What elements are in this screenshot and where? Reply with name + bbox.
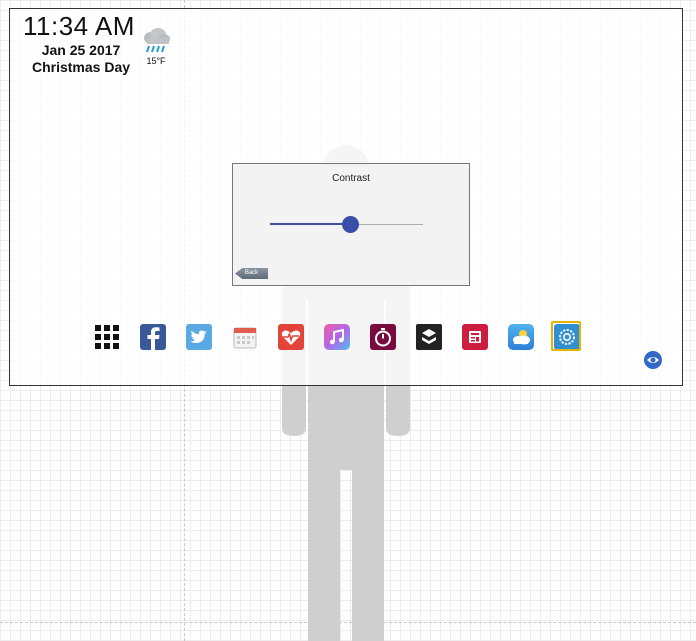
back-button[interactable]: Back [235, 268, 268, 279]
rain-cloud-icon [144, 28, 170, 53]
date-block: Jan 25 2017 Christmas Day [31, 42, 131, 76]
music-icon[interactable] [324, 324, 350, 350]
weather-widget: 15°F [139, 27, 173, 66]
timer-icon[interactable] [370, 324, 396, 350]
contrast-slider[interactable] [270, 216, 423, 233]
health-icon[interactable] [278, 324, 304, 350]
apps-grid-icon[interactable] [94, 324, 120, 350]
500px-icon[interactable] [416, 324, 442, 350]
contrast-title: Contrast [332, 173, 370, 184]
slider-thumb[interactable] [342, 216, 359, 233]
mirror-display: 11:34 AM Jan 25 2017 Christmas Day 15°F … [9, 8, 683, 386]
twitter-icon[interactable] [186, 324, 212, 350]
news-icon[interactable] [462, 324, 488, 350]
weather-icon[interactable] [508, 324, 534, 350]
contrast-panel: Contrast Back [232, 163, 470, 286]
settings-icon[interactable] [551, 321, 581, 351]
calendar-icon[interactable] [232, 324, 258, 350]
facebook-icon[interactable] [140, 324, 166, 350]
app-dock [10, 321, 682, 351]
temperature: 15°F [146, 56, 166, 66]
guide-line-horizontal [0, 622, 696, 623]
holiday-text: Christmas Day [31, 59, 131, 75]
clock-time: 11:34 AM [23, 11, 135, 41]
slider-fill [270, 223, 350, 225]
date-text: Jan 25 2017 [41, 42, 121, 58]
eye-icon[interactable] [644, 351, 662, 369]
